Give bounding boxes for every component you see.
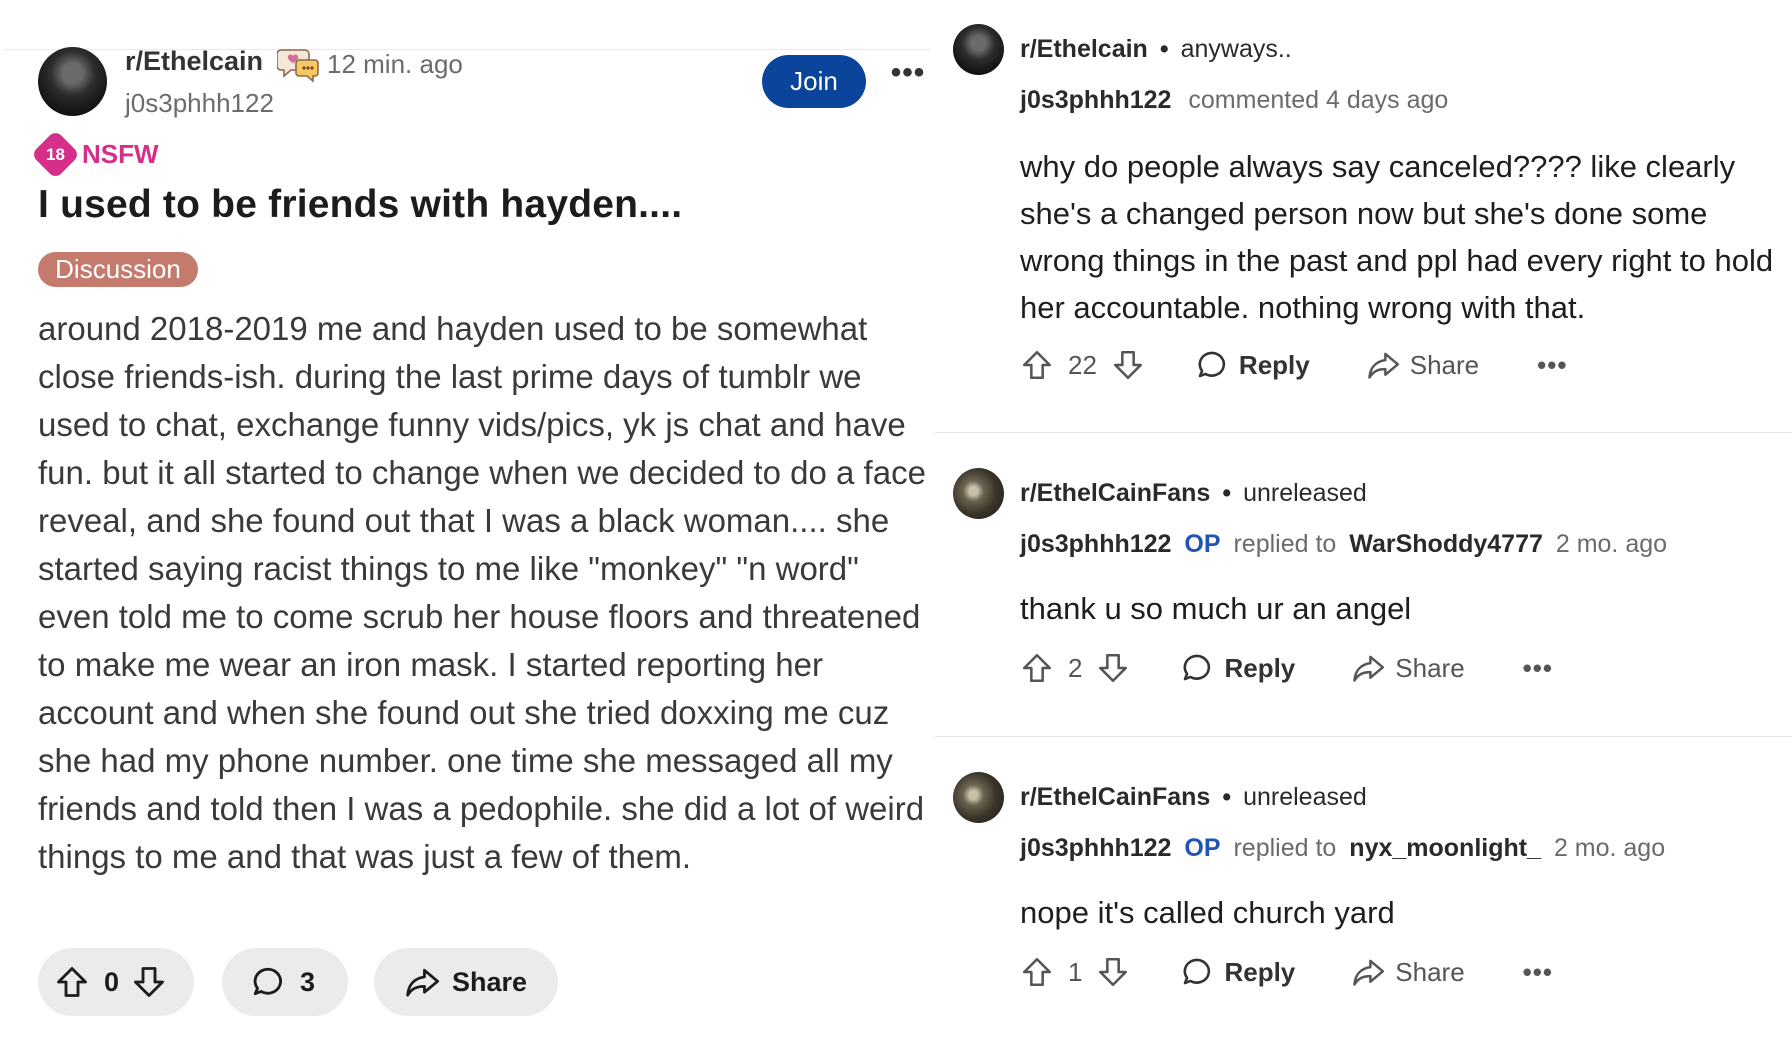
comment-bubble-icon bbox=[1180, 651, 1214, 685]
comment-timestamp: 2 mo. ago bbox=[1553, 834, 1666, 862]
share-button[interactable]: Share bbox=[374, 948, 558, 1016]
share-arrow-icon bbox=[1351, 955, 1387, 989]
comment-divider bbox=[935, 736, 1792, 737]
more-options-button[interactable]: ••• bbox=[888, 58, 928, 92]
more-options-button[interactable]: ••• bbox=[1523, 653, 1553, 684]
join-button[interactable]: Join bbox=[762, 55, 866, 108]
comment-meta: j0s3phhh122 OP replied to WarShoddy4777 … bbox=[1020, 530, 1667, 559]
comment-subreddit-avatar[interactable] bbox=[953, 24, 1004, 75]
comment-post-title[interactable]: anyways.. bbox=[1181, 35, 1292, 63]
comment-author-link[interactable]: j0s3phhh122 bbox=[1020, 530, 1171, 558]
comment-text: thank u so much ur an angel bbox=[1020, 591, 1412, 626]
op-badge: OP bbox=[1184, 530, 1221, 558]
comment-bubble-icon bbox=[1180, 955, 1214, 989]
share-arrow-icon bbox=[1366, 348, 1402, 382]
post-flair[interactable]: Discussion bbox=[38, 252, 198, 287]
comment-bubble-icon bbox=[1195, 348, 1229, 382]
vote-count: 0 bbox=[104, 966, 120, 997]
upvote-icon[interactable] bbox=[1020, 348, 1054, 382]
comments-button[interactable]: 3 bbox=[222, 948, 348, 1016]
user-flair-emoji-icon bbox=[276, 44, 321, 84]
comment-vote-count: 22 bbox=[1068, 349, 1097, 380]
upvote-icon[interactable] bbox=[1020, 955, 1054, 989]
upvote-icon[interactable] bbox=[1020, 651, 1054, 685]
separator-dot: • bbox=[1222, 479, 1232, 507]
share-button[interactable]: Share bbox=[1366, 348, 1479, 382]
comments-panel: r/Ethelcain • anyways.. j0s3phhh122 commen… bbox=[935, 0, 1792, 1052]
separator-dot: • bbox=[1159, 35, 1169, 63]
comment-actions: 1 Reply Share ••• bbox=[1020, 952, 1553, 992]
reply-button[interactable]: Reply bbox=[1195, 348, 1310, 382]
comment-meta: j0s3phhh122 commented 4 days ago bbox=[1020, 86, 1448, 115]
more-options-button[interactable]: ••• bbox=[1523, 957, 1553, 988]
post-subreddit-link[interactable]: r/Ethelcain bbox=[125, 46, 263, 77]
share-label: Share bbox=[452, 966, 528, 997]
reply-label: Reply bbox=[1238, 349, 1310, 380]
replied-to-user-link[interactable]: WarShoddy4777 bbox=[1349, 530, 1543, 558]
share-button[interactable]: Share bbox=[1351, 651, 1465, 685]
downvote-icon[interactable] bbox=[1096, 651, 1130, 685]
op-badge: OP bbox=[1184, 834, 1221, 862]
vote-control: 0 bbox=[38, 948, 194, 1016]
nsfw-18-icon: 18 bbox=[30, 129, 81, 180]
downvote-icon[interactable] bbox=[1096, 955, 1130, 989]
replied-to-user-link[interactable]: nyx_moonlight_ bbox=[1349, 834, 1541, 862]
comment-vote-count: 1 bbox=[1068, 956, 1083, 987]
comment-timestamp: 2 mo. ago bbox=[1555, 530, 1668, 558]
post-title[interactable]: I used to be friends with hayden.... bbox=[38, 183, 682, 227]
subreddit-avatar[interactable] bbox=[38, 47, 107, 116]
comment-subreddit-name[interactable]: r/EthelCainFans bbox=[1020, 479, 1210, 507]
comment-vote-count: 2 bbox=[1068, 652, 1083, 683]
share-label: Share bbox=[1395, 956, 1465, 987]
downvote-icon[interactable] bbox=[1111, 348, 1145, 382]
comment-subreddit-avatar[interactable] bbox=[953, 772, 1004, 823]
post-author-link[interactable]: j0s3phhh122 bbox=[125, 88, 274, 119]
comment-subreddit-link[interactable]: r/EthelCainFans • unreleased bbox=[1020, 783, 1367, 812]
comment-text: nope it's called church yard bbox=[1020, 895, 1395, 930]
comment-text: why do people always say canceled???? li… bbox=[1020, 149, 1774, 325]
share-label: Share bbox=[1395, 652, 1465, 683]
downvote-icon[interactable] bbox=[131, 964, 167, 1000]
comment-author-link[interactable]: j0s3phhh122 bbox=[1020, 86, 1171, 114]
comment-meta: j0s3phhh122 OP replied to nyx_moonlight_… bbox=[1020, 834, 1665, 863]
comment-subreddit-name[interactable]: r/Ethelcain bbox=[1020, 35, 1148, 63]
comment-post-title[interactable]: unreleased bbox=[1243, 783, 1367, 811]
nsfw-badge-number: 18 bbox=[46, 144, 65, 164]
reply-button[interactable]: Reply bbox=[1180, 955, 1295, 989]
post-timestamp: 12 min. ago bbox=[327, 49, 463, 79]
reply-label: Reply bbox=[1224, 956, 1296, 987]
comment-bubble-icon bbox=[250, 964, 286, 1000]
post-panel: r/Ethelcain 12 min. ago j0s3phhh122 Join… bbox=[0, 0, 935, 1052]
comment-count: 3 bbox=[300, 966, 316, 997]
share-arrow-icon bbox=[404, 964, 442, 1000]
reply-button[interactable]: Reply bbox=[1180, 651, 1295, 685]
comment-subreddit-avatar[interactable] bbox=[953, 468, 1004, 519]
upvote-icon[interactable] bbox=[54, 964, 90, 1000]
share-label: Share bbox=[1409, 349, 1480, 380]
separator-dot: • bbox=[1222, 783, 1232, 811]
comment-subreddit-link[interactable]: r/Ethelcain • anyways.. bbox=[1020, 35, 1292, 64]
share-button[interactable]: Share bbox=[1351, 955, 1465, 989]
replied-to-label: replied to bbox=[1233, 834, 1337, 862]
share-arrow-icon bbox=[1351, 651, 1387, 685]
nsfw-label: NSFW bbox=[82, 139, 159, 169]
post-body: around 2018-2019 me and hayden used to b… bbox=[38, 310, 926, 875]
reply-label: Reply bbox=[1224, 652, 1296, 683]
comment-actions: 2 Reply Share ••• bbox=[1020, 648, 1553, 688]
comment-subreddit-link[interactable]: r/EthelCainFans • unreleased bbox=[1020, 479, 1367, 508]
comment-post-title[interactable]: unreleased bbox=[1243, 479, 1367, 507]
more-options-button[interactable]: ••• bbox=[1537, 350, 1567, 381]
comment-author-link[interactable]: j0s3phhh122 bbox=[1020, 834, 1171, 862]
replied-to-label: replied to bbox=[1233, 530, 1337, 558]
comment-actions: 22 Reply Share ••• bbox=[1020, 345, 1567, 385]
comment-divider bbox=[935, 432, 1792, 433]
comment-subreddit-name[interactable]: r/EthelCainFans bbox=[1020, 783, 1210, 811]
comment-timestamp: commented 4 days ago bbox=[1188, 86, 1449, 114]
